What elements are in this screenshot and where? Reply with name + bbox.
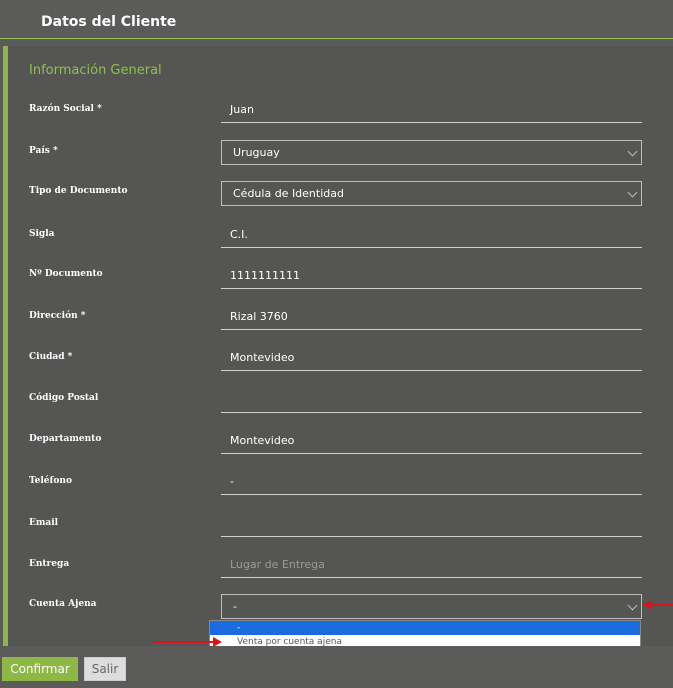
chevron-down-icon bbox=[627, 600, 638, 611]
ciudad-input[interactable]: Montevideo bbox=[221, 344, 642, 371]
label-entrega: Entrega bbox=[29, 559, 70, 569]
label-tipo-documento: Tipo de Documento bbox=[29, 186, 128, 196]
sigla-input[interactable]: C.I. bbox=[221, 221, 642, 248]
label-direccion: Dirección * bbox=[29, 311, 86, 321]
pais-select[interactable]: Uruguay bbox=[221, 140, 642, 165]
numero-documento-input[interactable]: 1111111111 bbox=[221, 262, 642, 289]
tipo-documento-select[interactable]: Cédula de Identidad bbox=[221, 181, 642, 206]
header-bar: Datos del Cliente bbox=[0, 0, 673, 39]
annotation-arrow-right-head bbox=[643, 600, 652, 610]
direccion-input[interactable]: Rizal 3760 bbox=[221, 303, 642, 330]
page-title: Datos del Cliente bbox=[41, 14, 177, 30]
confirm-button[interactable]: Confirmar bbox=[2, 657, 78, 681]
telefono-input[interactable]: - bbox=[221, 468, 642, 495]
label-numero-documento: Nº Documento bbox=[29, 269, 103, 279]
label-razon-social: Razón Social * bbox=[29, 104, 102, 114]
departamento-input[interactable]: Montevideo bbox=[221, 427, 642, 454]
cuenta-ajena-value: - bbox=[233, 600, 237, 613]
dropdown-option-dash[interactable]: - bbox=[210, 621, 640, 635]
pais-select-value: Uruguay bbox=[233, 146, 280, 159]
footer-bar: Confirmar Salir bbox=[0, 646, 673, 688]
general-info-panel: Información General Razón Social * Juan … bbox=[3, 46, 673, 646]
chevron-down-icon bbox=[627, 187, 638, 198]
label-email: Email bbox=[29, 518, 59, 528]
tipo-documento-value: Cédula de Identidad bbox=[233, 187, 344, 200]
label-telefono: Teléfono bbox=[29, 476, 72, 486]
exit-button[interactable]: Salir bbox=[84, 657, 126, 681]
entrega-input[interactable]: Lugar de Entrega bbox=[221, 551, 642, 578]
label-ciudad: Ciudad * bbox=[29, 352, 73, 362]
label-cuenta-ajena: Cuenta Ajena bbox=[29, 599, 97, 609]
chevron-down-icon bbox=[627, 146, 638, 157]
annotation-arrow-left-head bbox=[213, 637, 222, 647]
label-codigo-postal: Código Postal bbox=[29, 393, 99, 403]
codigo-postal-input[interactable] bbox=[221, 386, 642, 413]
email-input[interactable] bbox=[221, 510, 642, 537]
annotation-arrow-left-shaft bbox=[153, 641, 215, 643]
section-title: Información General bbox=[29, 63, 162, 78]
annotation-arrow-right-shaft bbox=[651, 604, 673, 606]
razon-social-input[interactable]: Juan bbox=[221, 96, 642, 123]
label-pais: País * bbox=[29, 146, 58, 156]
label-sigla: Sigla bbox=[29, 229, 55, 239]
label-departamento: Departamento bbox=[29, 434, 102, 444]
cuenta-ajena-select[interactable]: - bbox=[221, 594, 642, 619]
